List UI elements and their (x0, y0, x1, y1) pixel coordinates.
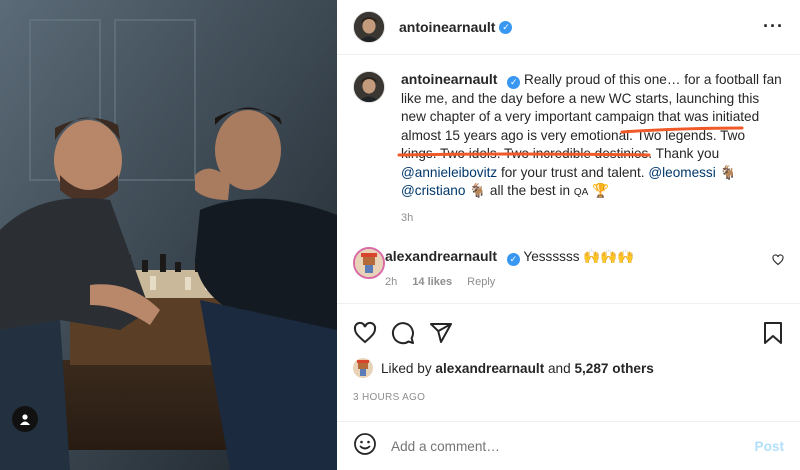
liker-avatar[interactable] (353, 358, 373, 378)
liked-by-and: and (548, 360, 571, 376)
reply-time[interactable]: 2h (385, 276, 397, 288)
liked-by-user[interactable]: alexandrearnault (435, 361, 544, 376)
add-comment-bar: Post (337, 421, 800, 470)
like-comment-heart-icon[interactable] (772, 253, 784, 271)
post-header: antoinearnault ✓ ··· (337, 0, 800, 55)
reply-username[interactable]: alexandrearnault (385, 248, 497, 264)
post-panel: antoinearnault ✓ ··· antoinearnault ✓ Re… (337, 0, 800, 470)
user-tag-icon[interactable] (12, 406, 38, 432)
verified-icon: ✓ (499, 20, 513, 34)
reply-comment: alexandrearnault ✓ Yessssss 🙌🙌🙌 2h 14 li… (353, 247, 784, 291)
post-button[interactable]: Post (755, 439, 784, 454)
more-icon[interactable]: ··· (763, 16, 784, 37)
instagram-post-modal: antoinearnault ✓ ··· antoinearnault ✓ Re… (0, 0, 800, 470)
red-underline (397, 126, 744, 157)
reply-text: Yessssss 🙌🙌🙌 (523, 249, 635, 264)
liked-by-count[interactable]: 5,287 others (574, 361, 653, 376)
liked-by-prefix: Liked by (381, 360, 432, 376)
heart-icon[interactable] (353, 321, 377, 350)
verified-icon: ✓ (506, 253, 520, 266)
post-timestamp[interactable]: 3 HOURS AGO (353, 392, 425, 403)
action-bar (337, 303, 800, 359)
likes-row: Liked by alexandrearnault and 5,287 othe… (353, 358, 654, 378)
reply-likes[interactable]: 14 likes (412, 276, 452, 288)
share-icon[interactable] (429, 321, 453, 350)
emoji-icon[interactable] (353, 432, 377, 461)
comment-input[interactable] (391, 438, 755, 454)
bookmark-icon[interactable] (762, 321, 784, 350)
photo-illustration (0, 0, 337, 470)
comments-section: antoinearnault ✓ Really proud of this on… (337, 56, 800, 303)
reply-avatar[interactable] (353, 247, 385, 279)
post-photo[interactable] (0, 0, 337, 470)
author-username[interactable]: antoinearnault (399, 19, 495, 35)
author-avatar[interactable] (353, 11, 385, 43)
comment-icon[interactable] (391, 321, 415, 350)
reply-button[interactable]: Reply (467, 276, 495, 288)
